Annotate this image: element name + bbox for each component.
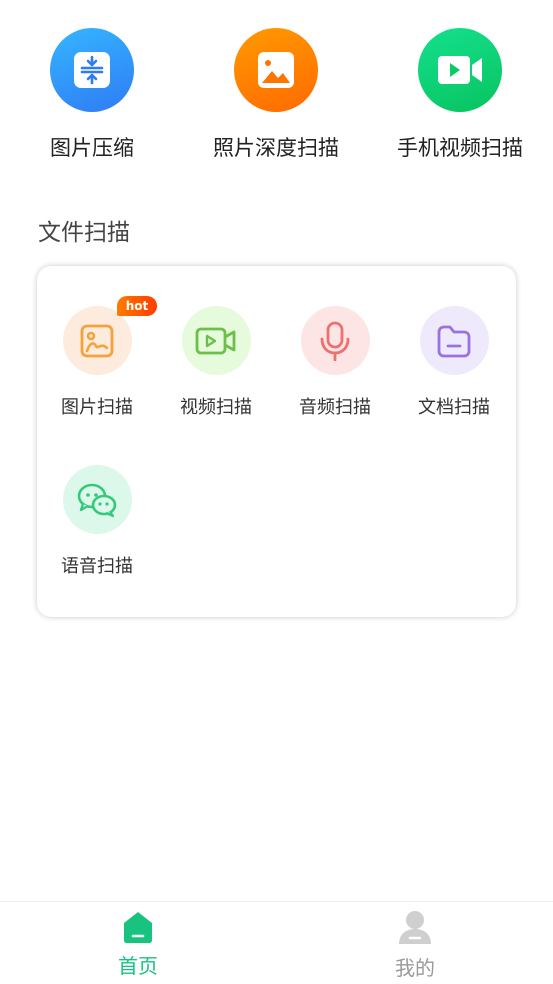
tool-label: 视频扫描 xyxy=(180,397,252,418)
feature-phone-video-scan[interactable]: 手机视频扫描 xyxy=(370,28,550,162)
compress-icon xyxy=(50,28,134,112)
wechat-icon xyxy=(62,465,132,534)
tool-video-scan[interactable]: 视频扫描 xyxy=(156,306,276,419)
feature-row: 图片压缩 照片深度扫描 手机视频扫描 xyxy=(0,0,553,180)
video-icon xyxy=(181,306,251,375)
nav-home[interactable]: 首页 xyxy=(68,910,208,979)
tool-label: 图片扫描 xyxy=(61,397,133,418)
tool-audio-scan[interactable]: 音频扫描 xyxy=(275,306,395,419)
tool-image-scan[interactable]: 图片扫描 xyxy=(37,306,157,419)
folder-icon xyxy=(419,306,489,375)
nav-mine-label: 我的 xyxy=(395,956,435,980)
section-title: 文件扫描 xyxy=(38,220,130,246)
app-screen: 图片压缩 照片深度扫描 手机视频扫描 文件扫描 图片扫描 hot 视频扫描 音频… xyxy=(0,0,553,984)
feature-photo-deep-scan[interactable]: 照片深度扫描 xyxy=(186,28,366,162)
feature-image-compress[interactable]: 图片压缩 xyxy=(2,28,182,162)
photo-icon xyxy=(234,28,318,112)
tool-document-scan[interactable]: 文档扫描 xyxy=(394,306,514,419)
home-icon xyxy=(68,910,208,948)
tool-label: 音频扫描 xyxy=(299,397,371,418)
bottom-nav: 首页 我的 xyxy=(0,901,553,984)
feature-label: 手机视频扫描 xyxy=(397,136,523,160)
tool-voice-scan[interactable]: 语音扫描 xyxy=(37,465,157,578)
user-icon xyxy=(345,910,485,950)
tool-label: 语音扫描 xyxy=(61,556,133,577)
feature-label: 照片深度扫描 xyxy=(213,136,339,160)
image-icon xyxy=(62,306,132,375)
tool-label: 文档扫描 xyxy=(418,397,490,418)
video-camera-icon xyxy=(418,28,502,112)
hot-badge: hot xyxy=(117,296,157,316)
nav-home-label: 首页 xyxy=(118,954,158,978)
microphone-icon xyxy=(300,306,370,375)
scan-tools-card: 图片扫描 hot 视频扫描 音频扫描 文档扫描 语音扫描 xyxy=(37,266,516,617)
feature-label: 图片压缩 xyxy=(50,136,134,160)
nav-mine[interactable]: 我的 xyxy=(345,910,485,981)
